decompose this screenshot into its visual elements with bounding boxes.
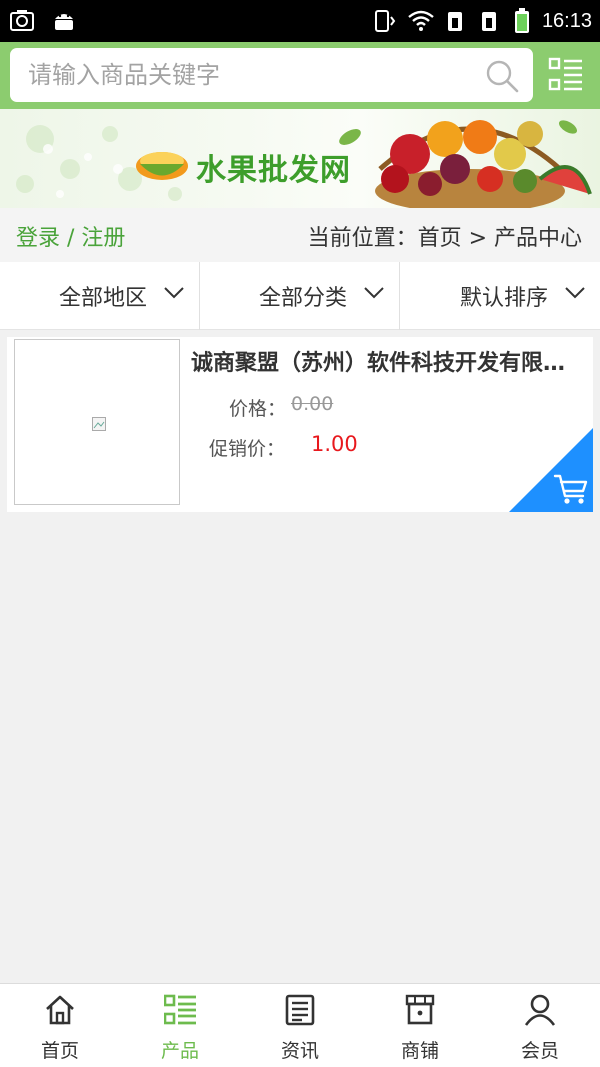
product-image[interactable]	[14, 339, 180, 505]
search-box[interactable]	[10, 48, 533, 102]
filter-label: 全部地区	[58, 286, 147, 311]
wifi-icon	[408, 10, 434, 31]
nav-stores[interactable]: 商铺	[360, 984, 480, 1067]
nav-label: 商铺	[400, 1040, 439, 1062]
android-icon	[55, 14, 73, 30]
breadcrumb-bar: 登录 / 注册 当前位置：首页 > 产品中心	[0, 208, 600, 262]
bottom-nav: 首页 产品 资讯 商铺 会员	[0, 983, 600, 1067]
nav-home[interactable]: 首页	[0, 984, 120, 1067]
nav-label: 产品	[160, 1040, 199, 1062]
status-bar: 16:13	[0, 0, 600, 42]
filter-label: 默认排序	[459, 286, 548, 311]
news-icon	[285, 994, 315, 1026]
home-icon	[46, 995, 74, 1025]
user-icon	[524, 994, 556, 1026]
list-icon	[164, 994, 196, 1025]
store-icon	[405, 994, 435, 1025]
nav-label: 资讯	[280, 1040, 319, 1062]
battery-icon	[514, 8, 529, 33]
header-bar	[0, 42, 600, 109]
screenshot-icon	[10, 10, 34, 31]
nav-products[interactable]: 产品	[120, 984, 240, 1067]
sim-signal-icon	[481, 12, 496, 31]
filter-region[interactable]: 全部地区	[0, 262, 200, 330]
filter-bar: 全部地区 全部分类 默认排序	[0, 262, 600, 330]
cart-icon[interactable]	[509, 428, 593, 512]
product-card[interactable]: 诚商聚盟（苏州）软件科技开发有限公司 价格： 0.00 促销价： 1.00	[7, 337, 593, 512]
nav-news[interactable]: 资讯	[240, 984, 360, 1067]
product-name[interactable]: 诚商聚盟（苏州）软件科技开发有限公司	[191, 345, 581, 377]
site-name: 水果批发网	[196, 153, 351, 188]
original-price: 0.00	[291, 393, 334, 415]
site-banner[interactable]: 水果批发网	[0, 109, 600, 208]
search-icon[interactable]	[485, 59, 519, 93]
chevron-down-icon	[164, 287, 184, 299]
vibrate-icon	[374, 10, 396, 32]
breadcrumb: 当前位置：首页 > 产品中心	[307, 226, 582, 251]
broken-image-icon	[92, 417, 106, 431]
chevron-down-icon	[364, 287, 384, 299]
login-register-link[interactable]: 登录 / 注册	[16, 220, 125, 252]
nav-member[interactable]: 会员	[480, 984, 600, 1067]
promo-price: 1.00	[311, 432, 358, 456]
filter-category[interactable]: 全部分类	[200, 262, 400, 330]
promo-price-label: 促销价：	[209, 438, 286, 460]
chevron-down-icon	[565, 287, 585, 299]
search-input[interactable]	[28, 48, 468, 102]
price-label: 价格：	[229, 398, 287, 420]
sim-signal-icon	[447, 12, 462, 31]
filter-label: 全部分类	[258, 286, 347, 311]
nav-label: 首页	[40, 1040, 79, 1062]
clock-time: 16:13	[541, 9, 592, 32]
filter-sort[interactable]: 默认排序	[400, 262, 600, 330]
nav-label: 会员	[520, 1040, 559, 1062]
category-menu-icon[interactable]	[548, 56, 584, 92]
